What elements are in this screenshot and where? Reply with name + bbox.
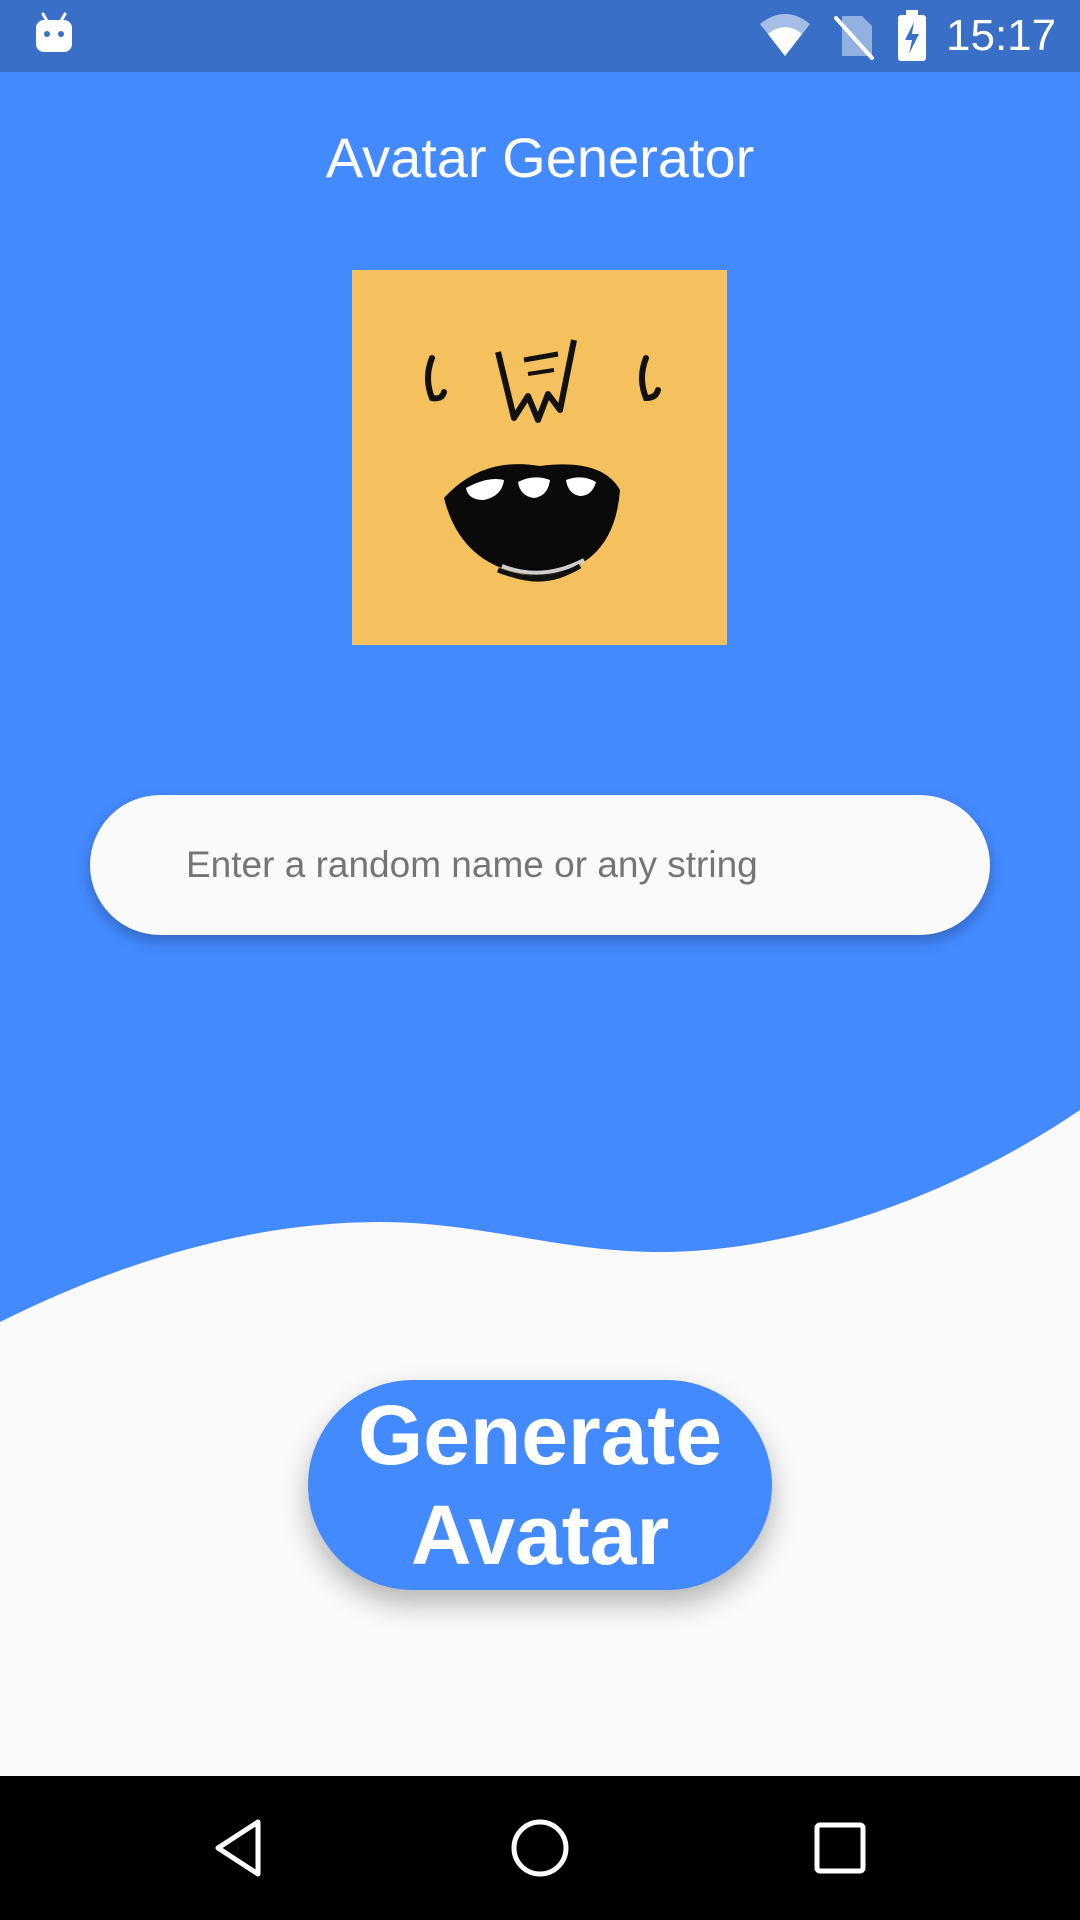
recents-button[interactable] [804, 1812, 876, 1884]
avatar-image [352, 270, 727, 645]
generate-avatar-button[interactable]: Generate Avatar [308, 1380, 772, 1590]
status-time: 15:17 [946, 11, 1057, 60]
name-input[interactable] [186, 795, 946, 935]
no-sim-icon [834, 16, 874, 60]
recents-icon [814, 1822, 866, 1874]
header-wave-background [0, 72, 1080, 1322]
home-button[interactable] [504, 1812, 576, 1884]
battery-charging-icon [898, 10, 926, 61]
back-icon [215, 1819, 261, 1877]
name-input-container[interactable] [90, 795, 990, 935]
back-button[interactable] [204, 1812, 276, 1884]
page-title: Avatar Generator [325, 126, 755, 189]
navigation-bar [0, 1776, 1080, 1920]
status-bar: 15:17 [0, 0, 1080, 72]
home-icon [511, 1819, 569, 1877]
generate-avatar-button-label: Generate Avatar [357, 1388, 723, 1582]
wifi-icon [760, 14, 810, 56]
android-notification-icon [36, 12, 72, 52]
avatar-face-icon [425, 339, 661, 582]
